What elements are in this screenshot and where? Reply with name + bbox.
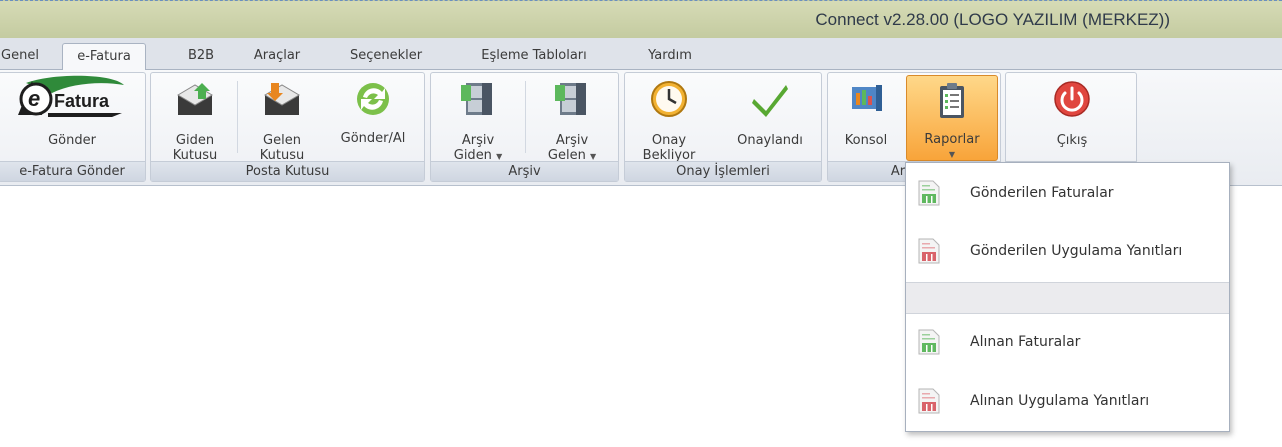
cikis-label: Çıkış: [1056, 133, 1088, 148]
onaylandi-button[interactable]: Onaylandı: [721, 75, 819, 161]
clipboard-report-icon: [940, 83, 964, 118]
tab-genel[interactable]: Genel: [0, 43, 48, 70]
checkmark-icon: [752, 85, 788, 117]
onay-bekliyor-label: Onay Bekliyor: [642, 133, 696, 163]
tab-yardim[interactable]: Yardım: [638, 43, 702, 70]
arsiv-gelen-button[interactable]: Arşiv Gelen ▼: [529, 75, 615, 164]
dropdown-arrow-icon: ▼: [496, 152, 503, 161]
arsiv-giden-label: Arşiv Giden ▼: [435, 133, 521, 164]
gonder-al-button[interactable]: Gönder/Al: [327, 75, 419, 161]
group-label-efatura-gonder: e-Fatura Gönder: [0, 161, 145, 181]
tab-araclar[interactable]: Araçlar: [244, 43, 310, 70]
konsol-button[interactable]: Konsol: [832, 75, 900, 161]
dropdown-arrow-icon: ▼: [589, 152, 597, 161]
menu-item-gonderilen-faturalar[interactable]: Gönderilen Faturalar: [906, 165, 1229, 223]
efatura-logo-icon: e Fatura: [18, 75, 124, 117]
menu-separator: [906, 282, 1229, 314]
cikis-button[interactable]: Çıkış: [1026, 75, 1118, 161]
invoice-document-icon: [918, 180, 940, 206]
response-document-icon: [918, 238, 940, 264]
arsiv-gelen-text: Arşiv Gelen: [547, 133, 589, 163]
tab-e-fatura[interactable]: e-Fatura: [62, 43, 146, 71]
arsiv-giden-text: Arşiv Giden: [453, 133, 495, 163]
archive-cabinet-icon: [461, 83, 492, 115]
inbox-icon: [264, 83, 300, 115]
console-icon: [852, 85, 882, 111]
arsiv-gelen-label: Arşiv Gelen ▼: [529, 133, 615, 164]
svg-text:e: e: [28, 86, 40, 111]
sync-icon: [357, 83, 389, 115]
raporlar-text: Raporlar: [924, 132, 980, 147]
menu-item-alinan-faturalar[interactable]: Alınan Faturalar: [906, 314, 1229, 372]
tab-esleme-tablolari[interactable]: Eşleme Tabloları: [456, 43, 612, 70]
group-posta-kutusu: Giden Kutusu Gelen Kutusu Gönder/Al Post…: [150, 72, 425, 182]
title-bar: Connect v2.28.00 (LOGO YAZILIM (MERKEZ)): [0, 0, 1282, 38]
group-label-onay-islemleri: Onay İşlemleri: [625, 161, 821, 181]
group-arsiv: Arşiv Giden ▼ Arşiv Gelen ▼ Arşiv: [430, 72, 619, 182]
gelen-kutusu-button[interactable]: Gelen Kutusu: [241, 75, 323, 163]
menu-item-label: Alınan Faturalar: [970, 334, 1081, 350]
raporlar-dropdown-menu: Gönderilen Faturalar Gönderilen Uygulama…: [905, 162, 1230, 432]
response-document-icon: [918, 388, 940, 414]
group-label-arsiv: Arşiv: [431, 161, 618, 181]
onay-bekliyor-button[interactable]: Onay Bekliyor: [629, 75, 709, 163]
menu-item-label: Alınan Uygulama Yanıtları: [970, 393, 1150, 409]
konsol-label: Konsol: [844, 133, 888, 148]
efatura-gonder-label: Gönder: [48, 133, 96, 148]
ribbon-tab-bar: Genel e-Fatura B2B Araçlar Seçenekler Eş…: [0, 38, 1282, 71]
tab-secenekler[interactable]: Seçenekler: [340, 43, 432, 70]
onaylandi-label: Onaylandı: [737, 133, 803, 148]
separator: [237, 81, 238, 153]
invoice-document-icon: [918, 329, 940, 355]
window-title: Connect v2.28.00 (LOGO YAZILIM (MERKEZ)): [815, 10, 1170, 29]
efatura-logo-text: Fatura: [54, 91, 110, 111]
arsiv-giden-button[interactable]: Arşiv Giden ▼: [435, 75, 521, 164]
group-onay-islemleri: Onay Bekliyor Onaylandı Onay İşlemleri: [624, 72, 822, 182]
group-label-posta-kutusu: Posta Kutusu: [151, 161, 424, 181]
group-efatura-gonder: e Fatura Gönder e-Fatura Gönder: [0, 72, 146, 182]
outbox-icon: [177, 83, 213, 115]
archive-cabinet-icon: [555, 83, 586, 115]
giden-kutusu-button[interactable]: Giden Kutusu: [155, 75, 235, 163]
tab-b2b[interactable]: B2B: [178, 43, 224, 70]
menu-item-gonderilen-uygulama-yanitlari[interactable]: Gönderilen Uygulama Yanıtları: [906, 223, 1229, 281]
power-icon: [1054, 81, 1090, 117]
gelen-kutusu-label: Gelen Kutusu: [259, 133, 305, 163]
clock-icon: [651, 81, 687, 117]
giden-kutusu-label: Giden Kutusu: [172, 133, 218, 163]
raporlar-label: Raporlar ▼: [907, 132, 997, 162]
raporlar-button[interactable]: Raporlar ▼: [906, 75, 998, 161]
dropdown-arrow-icon: ▼: [948, 150, 956, 159]
menu-item-label: Gönderilen Faturalar: [970, 185, 1114, 201]
menu-item-label: Gönderilen Uygulama Yanıtları: [970, 243, 1183, 259]
menu-item-alinan-uygulama-yanitlari[interactable]: Alınan Uygulama Yanıtları: [906, 373, 1229, 431]
gonder-al-label: Gönder/Al: [340, 131, 406, 146]
separator: [525, 81, 526, 153]
efatura-gonder-button[interactable]: e Fatura Gönder: [3, 75, 141, 161]
